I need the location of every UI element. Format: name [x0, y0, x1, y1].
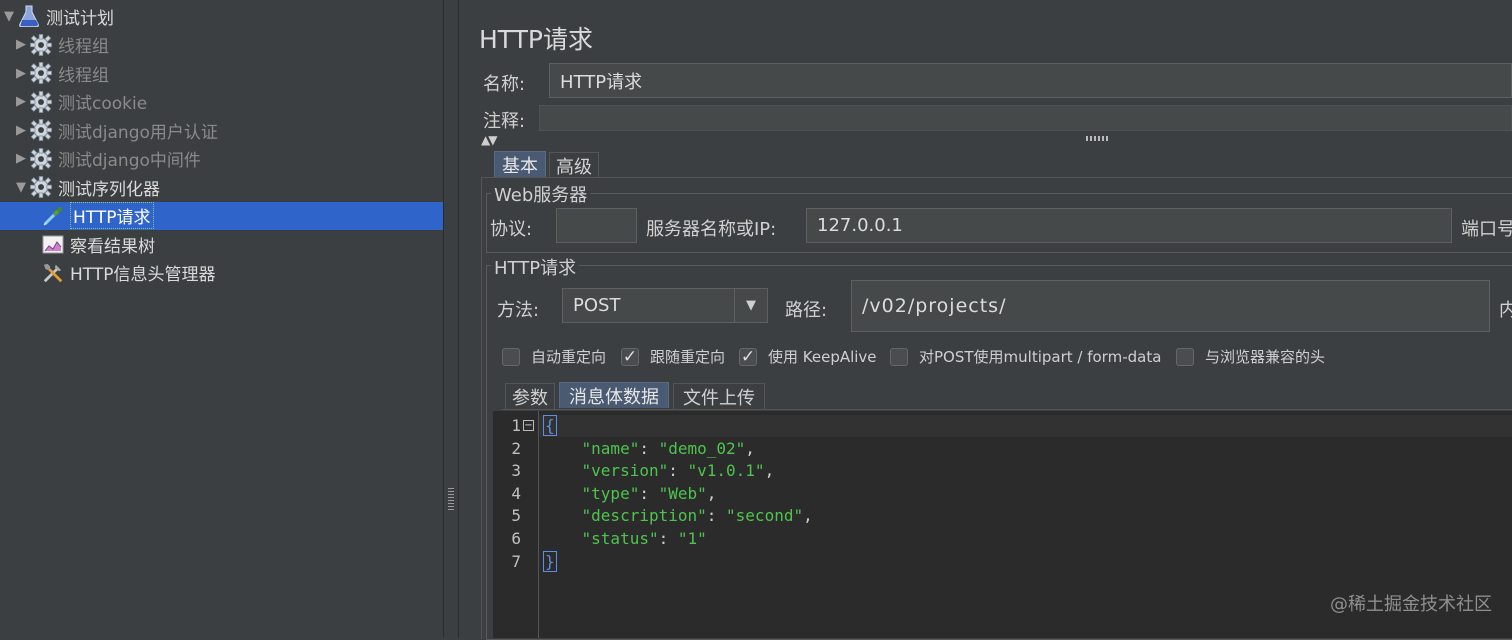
- method-label: 方法:: [497, 300, 540, 321]
- gear-icon: [30, 119, 52, 141]
- tree-item[interactable]: HTTP请求: [0, 201, 443, 230]
- tree-item-label: HTTP请求: [70, 202, 154, 229]
- gear-icon: [30, 147, 52, 170]
- tree-item-label: 测试计划: [46, 8, 114, 29]
- tree-item[interactable]: ▼ 测试序列化器: [0, 173, 443, 201]
- collapsed-arrow-icon[interactable]: ▶: [14, 123, 28, 138]
- name-field[interactable]: HTTP请求: [549, 63, 1512, 98]
- line-number: 3: [511, 461, 521, 481]
- browser-compatible-headers-checkbox[interactable]: 与浏览器兼容的头: [1176, 346, 1325, 367]
- name-label: 名称:: [483, 74, 526, 95]
- chart-icon: [42, 233, 64, 255]
- subtab-divider: [501, 409, 1512, 410]
- resize-handle-icon[interactable]: [1086, 136, 1108, 141]
- line-number: 2: [511, 438, 521, 458]
- tree-item-label: 线程组: [58, 37, 109, 57]
- protocol-label: 协议:: [490, 219, 533, 240]
- code-line[interactable]: }: [543, 550, 557, 572]
- pipette-icon: [42, 205, 64, 227]
- code-line[interactable]: "version": "v1.0.1",: [543, 461, 775, 480]
- tree-item-label: HTTP信息头管理器: [70, 265, 216, 285]
- collapsed-arrow-icon[interactable]: ▶: [14, 94, 28, 109]
- tree-item[interactable]: ▶ 线程组: [0, 59, 443, 87]
- tree-item[interactable]: ▶ 测试django中间件: [0, 145, 443, 173]
- tab-body-data[interactable]: 消息体数据: [559, 382, 669, 408]
- gear-icon: [30, 90, 52, 113]
- tree-item[interactable]: ▶ 测试django用户认证: [0, 116, 443, 144]
- tree-item-label: 线程组: [58, 65, 109, 86]
- server-label: 服务器名称或IP:: [646, 219, 777, 240]
- checkmark-icon[interactable]: ✓: [739, 347, 757, 367]
- tree-item-label: 测试django中间件: [58, 151, 201, 171]
- comment-field[interactable]: [539, 105, 1512, 131]
- server-field[interactable]: 127.0.0.1: [806, 208, 1452, 243]
- fold-collapse-icon[interactable]: −: [523, 420, 534, 431]
- tree-item[interactable]: ▶ 线程组: [0, 31, 443, 59]
- line-number: 6: [511, 529, 521, 548]
- tree-item-label: 测试cookie: [58, 94, 148, 114]
- tree-item[interactable]: ▼ 测试计划: [0, 2, 443, 30]
- panel-title: HTTP请求: [479, 25, 593, 54]
- chevron-down-icon[interactable]: ▼: [734, 289, 767, 322]
- gear-icon: [30, 176, 52, 198]
- gear-icon: [30, 62, 52, 84]
- port-label: 端口号: [1461, 219, 1512, 240]
- collapse-arrows-icon[interactable]: ▲▼: [481, 133, 498, 147]
- method-select[interactable]: POST ▼: [562, 288, 768, 323]
- tab-advanced[interactable]: 高级: [549, 152, 599, 178]
- tab-basic[interactable]: 基本: [494, 151, 546, 177]
- protocol-field[interactable]: [556, 208, 637, 243]
- gear-icon: [30, 33, 52, 56]
- http-request-panel: HTTP请求 名称: HTTP请求 注释: ▲▼ 基本 高级 Web服务器 协议…: [459, 0, 1512, 640]
- collapsed-arrow-icon[interactable]: ▶: [14, 66, 28, 81]
- code-line[interactable]: "type": "Web",: [543, 484, 717, 503]
- line-number: 5: [511, 506, 521, 526]
- collapsed-arrow-icon[interactable]: ▶: [14, 151, 28, 166]
- checkmark-icon[interactable]: ✓: [621, 347, 639, 367]
- web-server-group-title: Web服务器: [491, 181, 591, 207]
- tree-item[interactable]: HTTP信息头管理器: [0, 259, 443, 287]
- tab-file-upload[interactable]: 文件上传: [673, 383, 765, 409]
- expanded-arrow-icon[interactable]: ▼: [14, 180, 28, 195]
- line-number: 1: [511, 416, 521, 435]
- encoding-label: 内: [1499, 300, 1512, 321]
- collapsed-arrow-icon[interactable]: ▶: [14, 37, 28, 52]
- multipart-checkbox[interactable]: 对POST使用multipart / form-data: [890, 346, 1161, 367]
- expanded-arrow-icon[interactable]: ▼: [2, 9, 16, 24]
- method-select-value: POST: [573, 295, 621, 316]
- split-pane-divider[interactable]: [444, 0, 459, 638]
- code-line[interactable]: {: [543, 415, 557, 436]
- path-label: 路径:: [785, 300, 828, 321]
- test-plan-tree[interactable]: ▼ 测试计划 ▶ 线程组 ▶ 线程组 ▶ 测试cookie ▶ 测试django用户认证 ▶ 测试dj…: [0, 0, 444, 638]
- tab-parameters[interactable]: 参数: [505, 383, 555, 409]
- code-line[interactable]: "description": "second",: [543, 506, 813, 525]
- flask-icon: [18, 5, 40, 27]
- checkbox-icon[interactable]: [502, 347, 520, 366]
- code-line[interactable]: "name": "demo_02",: [543, 439, 755, 458]
- code-line[interactable]: "status": "1": [543, 529, 707, 548]
- tree-item[interactable]: 察看结果树: [0, 230, 443, 258]
- follow-redirect-checkbox[interactable]: ✓ 跟随重定向: [621, 346, 725, 367]
- http-request-group-title: HTTP请求: [491, 254, 580, 280]
- tree-item-label: 察看结果树: [70, 236, 155, 257]
- path-field[interactable]: /v02/projects/: [851, 280, 1490, 332]
- tree-item-label: 测试django用户认证: [58, 122, 218, 143]
- comment-label: 注释:: [483, 111, 526, 132]
- tree-item[interactable]: ▶ 测试cookie: [0, 88, 443, 116]
- tools-icon: [42, 262, 64, 284]
- current-line-highlight: [539, 415, 1512, 437]
- line-number: 7: [511, 551, 521, 571]
- line-number-gutter: 1 2 34 5 6 7: [493, 411, 539, 638]
- auto-redirect-checkbox[interactable]: 自动重定向: [502, 346, 606, 367]
- splitter-grip-icon[interactable]: [448, 488, 454, 510]
- checkbox-icon[interactable]: [890, 347, 908, 366]
- keepalive-checkbox[interactable]: ✓ 使用 KeepAlive: [739, 346, 877, 367]
- watermark: @稀土掘金技术社区: [1330, 594, 1492, 615]
- line-number: 4: [511, 483, 521, 503]
- checkbox-icon[interactable]: [1176, 347, 1194, 366]
- tree-item-label: 测试序列化器: [58, 179, 160, 200]
